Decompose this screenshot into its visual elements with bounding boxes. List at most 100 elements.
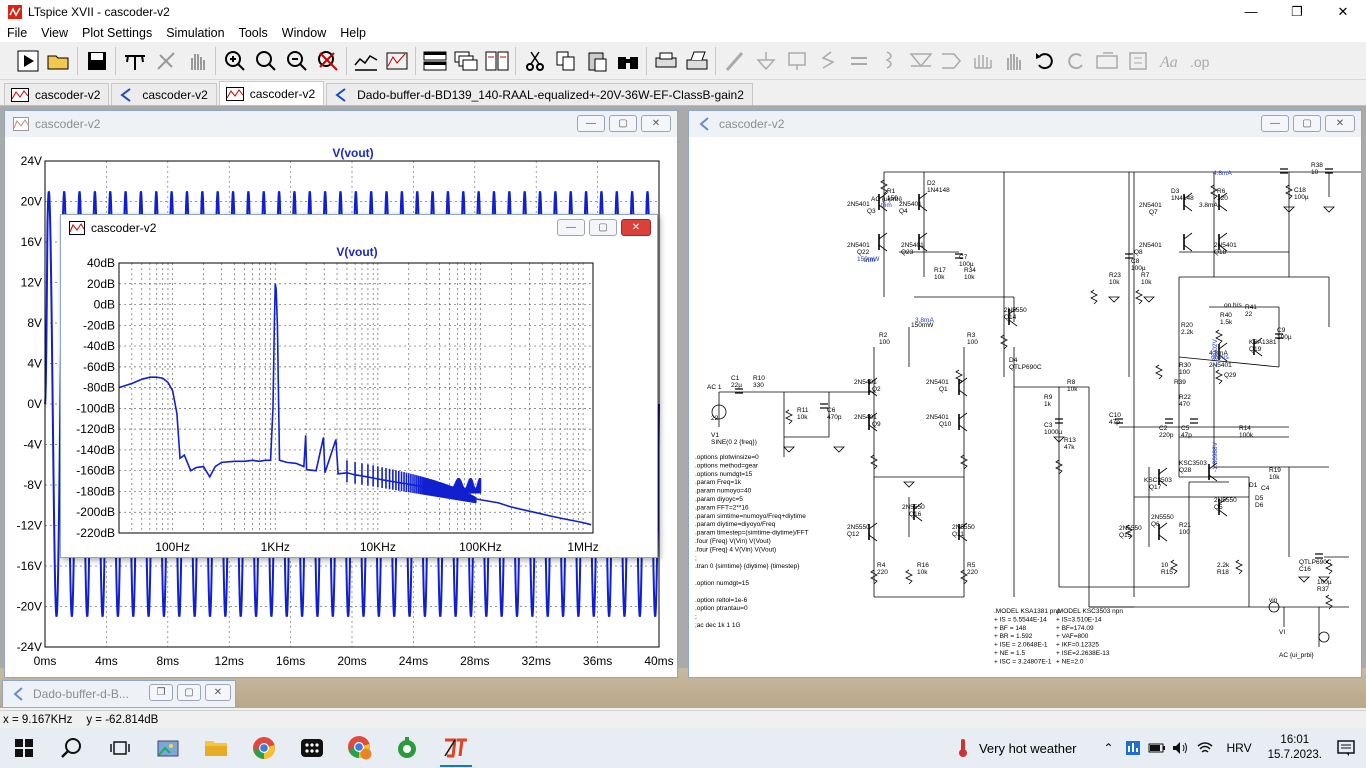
tab-waveform-2[interactable]: cascoder-v2 — [218, 81, 325, 105]
component-label: 10k — [1269, 474, 1280, 481]
network-app-icon[interactable] — [1121, 728, 1145, 768]
component-label: R13 — [1064, 437, 1076, 444]
tab-waveform-1[interactable]: cascoder-v2 — [4, 83, 110, 105]
menu-window[interactable]: Window — [275, 26, 333, 40]
minimize-button[interactable]: — — [1228, 0, 1274, 23]
transistor-label: Q17 — [1149, 484, 1162, 491]
ground-symbol — [1323, 206, 1335, 213]
transistor-label: Q22 — [857, 249, 870, 256]
tab-schematic-1[interactable]: cascoder-v2 — [111, 83, 217, 105]
transistor-symbol — [958, 424, 968, 432]
autorange-icon[interactable] — [350, 45, 381, 76]
start-button[interactable] — [0, 728, 48, 768]
tile-horizontal-icon[interactable] — [419, 45, 450, 76]
open-icon[interactable] — [43, 45, 74, 76]
close-button[interactable]: ✕ — [205, 684, 231, 701]
maximize-button[interactable]: ▢ — [609, 115, 637, 132]
close-button[interactable]: ✕ — [1325, 115, 1355, 132]
close-button[interactable]: ✕ — [641, 115, 671, 132]
cascade-icon[interactable] — [450, 45, 481, 76]
ground-icon — [750, 45, 781, 76]
notifications-icon[interactable] — [1334, 728, 1358, 768]
search-button[interactable] — [48, 728, 96, 768]
pan-icon[interactable] — [181, 45, 212, 76]
menu-tools[interactable]: Tools — [232, 26, 275, 40]
taskbar-app-chrome-profile[interactable] — [336, 728, 384, 768]
window-titlebar[interactable]: Dado-buffer-d-B... ❐ ▢ ✕ — [3, 681, 235, 707]
transistor-label: Q28 — [1179, 467, 1192, 474]
copy-icon[interactable] — [550, 45, 581, 76]
tab-schematic-2[interactable]: Dado-buffer-d-BD139_140-RAAL-equalized+-… — [326, 83, 753, 105]
battery-icon[interactable] — [1145, 728, 1169, 768]
x-axis-ticks: 0ms 4ms 8ms 12ms 16ms 20ms 24ms 28ms 32ms 36ms 40m… — [34, 654, 674, 668]
fft-plot[interactable]: V(vout) 40dB 20dB 0dB -20dB -40dB -60dB -80dB -… — [61, 241, 657, 557]
wifi-icon[interactable] — [1193, 728, 1217, 768]
spice-directives[interactable]: .options plotwinsize=0.options method=ge… — [695, 454, 809, 629]
schematic-canvas[interactable]: R1150D21N4148C7100µR1710kR3410kR2100R310… — [689, 137, 1361, 677]
maximize-button[interactable]: ▢ — [177, 684, 201, 701]
undo-icon[interactable] — [1029, 45, 1060, 76]
clock[interactable]: 16:01 15.7.2023. — [1268, 733, 1322, 763]
minimize-button[interactable]: — — [577, 115, 605, 132]
menu-simulation[interactable]: Simulation — [159, 26, 231, 40]
model-statements[interactable]: .MODEL KSA1381 pnp+ IS = 5.5544E-14 + BF … — [994, 608, 1123, 665]
speaker-icon[interactable] — [1169, 728, 1193, 768]
minimized-window[interactable]: Dado-buffer-d-B... ❐ ▢ ✕ — [2, 680, 236, 707]
tile-vertical-icon[interactable] — [481, 45, 512, 76]
plot-frame — [118, 262, 594, 534]
save-icon[interactable] — [81, 45, 112, 76]
zoom-fit-icon[interactable] — [312, 45, 343, 76]
print-setup-icon[interactable] — [681, 45, 712, 76]
component-label: R39 — [1174, 379, 1186, 386]
close-button[interactable]: ✕ — [1320, 0, 1366, 23]
menu-plot-settings[interactable]: Plot Settings — [75, 26, 159, 40]
weather-widget[interactable]: Very hot weather — [979, 741, 1077, 756]
menu-help[interactable]: Help — [333, 26, 373, 40]
x-tick-label: 12ms — [215, 654, 244, 668]
task-view-button[interactable] — [96, 728, 144, 768]
spice-directive-line: .param simtime=numoyo/Freq+diytime — [695, 513, 806, 520]
waveform-window-fft[interactable]: cascoder-v2 — ▢ ✕ V(vout) 40dB 20dB 0dB -20… — [60, 214, 658, 558]
window-titlebar[interactable]: cascoder-v2 — ▢ ✕ — [61, 215, 657, 241]
transistor-symbol — [1218, 232, 1228, 240]
autoscale-icon[interactable] — [381, 45, 412, 76]
zoom-area-icon[interactable] — [250, 45, 281, 76]
window-titlebar[interactable]: cascoder-v2 — ▢ ✕ — [689, 111, 1361, 137]
maximize-button[interactable]: ▢ — [589, 219, 617, 236]
component-label: R10 — [753, 375, 765, 382]
chevron-up-icon[interactable]: ⌃ — [1097, 728, 1121, 768]
taskbar-app-grid[interactable] — [288, 728, 336, 768]
window-title: LTspice XVII - cascoder-v2 — [28, 4, 170, 19]
taskbar-app-green[interactable] — [384, 728, 432, 768]
minimize-button[interactable]: — — [1261, 115, 1289, 132]
system-tray: Very hot weather ⌃ HRV 16:01 15.7.2023. — [955, 728, 1366, 768]
schematic-window[interactable]: cascoder-v2 — ▢ ✕ R1 150 D2 1N4148 C7 100µ R17… — [688, 110, 1362, 678]
paste-icon[interactable] — [581, 45, 612, 76]
trace-label[interactable]: V(vout) — [336, 245, 377, 259]
maximize-button[interactable]: ❐ — [1274, 0, 1320, 23]
maximize-button[interactable]: ▢ — [1293, 115, 1321, 132]
component-label: V1 — [711, 432, 719, 439]
run-icon[interactable] — [12, 45, 43, 76]
ground-symbol — [1298, 576, 1310, 583]
zoom-out-icon[interactable] — [281, 45, 312, 76]
window-titlebar[interactable]: cascoder-v2 — ▢ ✕ — [5, 111, 677, 137]
menu-view[interactable]: View — [34, 26, 75, 40]
taskbar-app-explorer-photos[interactable] — [144, 728, 192, 768]
find-icon[interactable] — [612, 45, 643, 76]
restore-button[interactable]: ❐ — [149, 684, 173, 701]
print-icon[interactable] — [650, 45, 681, 76]
taskbar-app-file-explorer[interactable] — [192, 728, 240, 768]
component-label: R19 — [1269, 467, 1281, 474]
cut-icon[interactable] — [519, 45, 550, 76]
menu-file[interactable]: File — [0, 26, 34, 40]
halt-icon[interactable] — [150, 45, 181, 76]
taskbar-app-chrome[interactable] — [240, 728, 288, 768]
zoom-in-icon[interactable] — [219, 45, 250, 76]
close-button[interactable]: ✕ — [621, 219, 651, 236]
minimize-button[interactable]: — — [557, 219, 585, 236]
taskbar-app-ltspice[interactable] — [432, 728, 480, 768]
input-language[interactable]: HRV — [1227, 741, 1252, 755]
trace-label[interactable]: V(vout) — [332, 146, 373, 160]
control-panel-icon[interactable] — [119, 45, 150, 76]
